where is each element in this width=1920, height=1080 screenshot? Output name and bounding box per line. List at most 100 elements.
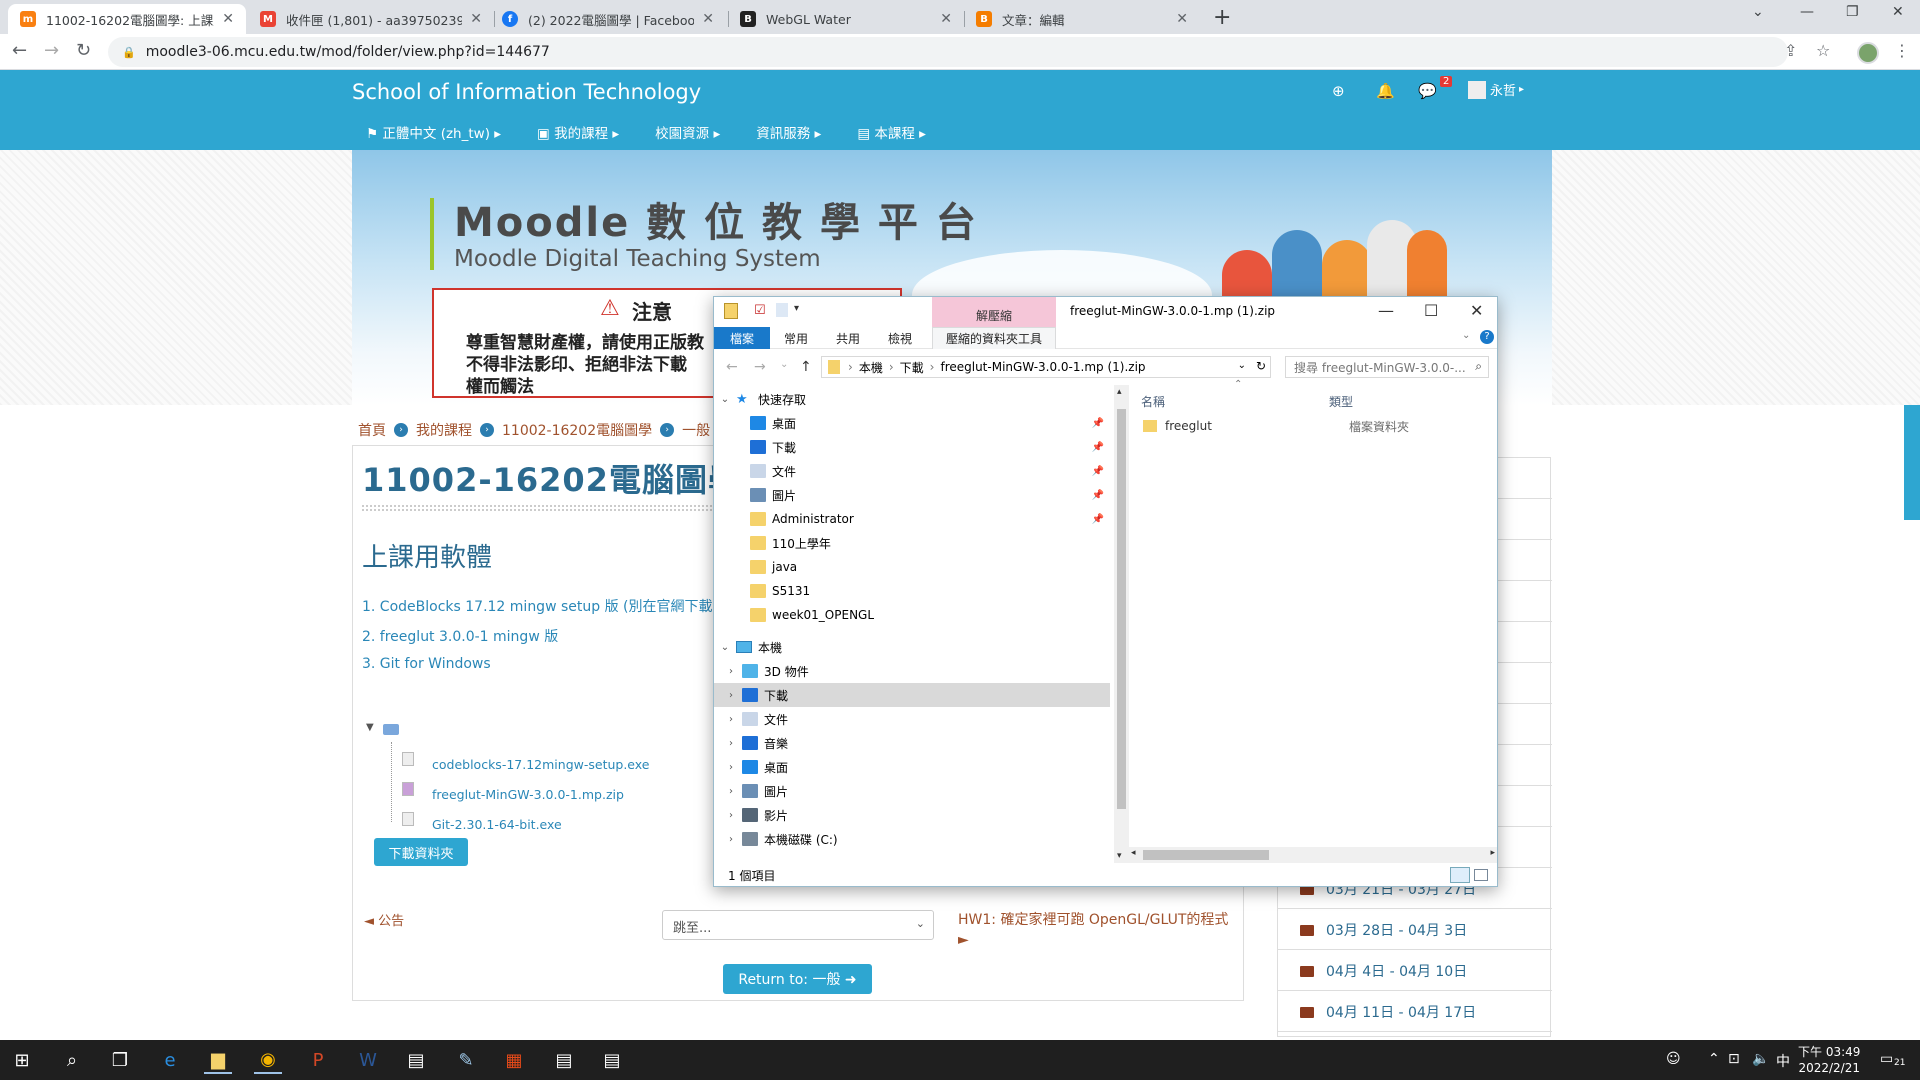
close-icon[interactable]: ✕ xyxy=(1176,11,1188,27)
expand-chevron-icon[interactable]: › xyxy=(724,690,738,701)
app-window-icon[interactable]: ▤ xyxy=(550,1046,578,1074)
nav-item[interactable]: › 文件 xyxy=(714,707,1110,731)
close-icon[interactable]: ✕ xyxy=(222,11,234,27)
powerpoint-icon[interactable]: P xyxy=(304,1046,332,1074)
address-bar[interactable]: 🔒 moodle3-06.mcu.edu.tw/mod/folder/view.… xyxy=(108,37,1788,67)
network-icon[interactable]: ⊡ xyxy=(1728,1051,1740,1067)
nav-quick-access[interactable]: ⌄ ★ 快速存取 xyxy=(714,387,1110,411)
nav-item[interactable]: › 影片 xyxy=(714,803,1110,827)
back-icon[interactable]: ← xyxy=(12,40,27,61)
up-arrow-icon[interactable]: ↑ xyxy=(800,359,812,375)
properties-icon[interactable]: ☑ xyxy=(754,303,766,318)
close-icon[interactable]: ✕ xyxy=(470,11,482,27)
chrome-icon[interactable]: ◉ xyxy=(254,1046,282,1074)
quick-access-dropdown-icon[interactable]: ▾ xyxy=(794,303,799,314)
task-view-icon[interactable]: ❐ xyxy=(106,1046,134,1074)
chevron-down-icon[interactable]: ⌄ xyxy=(1238,360,1246,371)
explorer-address-bar[interactable]: › 本機 › 下載 › freeglut-MinGW-3.0.0-1.mp (1… xyxy=(821,356,1271,378)
prev-activity-link[interactable]: ◄ 公告 xyxy=(364,910,404,929)
bookmark-star-icon[interactable]: ☆ xyxy=(1816,41,1830,60)
path-segment[interactable]: 下載 xyxy=(900,359,924,376)
minimize-button[interactable]: — xyxy=(1378,301,1394,320)
nav-item[interactable]: › 圖片 xyxy=(714,779,1110,803)
chevron-down-icon[interactable]: ⌄ xyxy=(1462,330,1470,341)
expand-chevron-icon[interactable]: › xyxy=(724,666,738,677)
extract-context-tab[interactable]: 解壓縮 xyxy=(932,297,1056,327)
expand-chevron-icon[interactable]: › xyxy=(724,762,738,773)
ime-indicator[interactable]: 中 xyxy=(1776,1051,1790,1071)
breadcrumb-home[interactable]: 首頁 xyxy=(358,420,386,440)
tab-moodle[interactable]: m 11002-16202電腦圖學: 上課用軟體 ✕ xyxy=(8,4,246,34)
tab-gmail[interactable]: M 收件匣 (1,801) - aa3975023912@gmail.com ✕ xyxy=(248,4,494,34)
close-icon[interactable]: ✕ xyxy=(940,11,952,27)
file-link[interactable]: codeblocks-17.12mingw-setup.exe xyxy=(432,757,649,772)
menu-language[interactable]: ⚑ 正體中文 (zh_tw) ▸ xyxy=(366,122,501,142)
forward-icon[interactable]: → xyxy=(44,40,59,61)
jump-to-select[interactable]: 跳至... ⌄ xyxy=(662,910,934,940)
tab-search-icon[interactable]: ⌄ xyxy=(1752,4,1764,20)
content-hscrollbar[interactable]: ◂ ▸ xyxy=(1129,847,1497,863)
maximize-button[interactable]: ☐ xyxy=(1424,301,1438,320)
ie-icon[interactable]: e xyxy=(156,1046,184,1074)
software-item[interactable]: 3. Git for Windows xyxy=(362,656,491,672)
next-activity-link[interactable]: HW1: 確定家裡可跑 OpenGL/GLUT的程式 ► xyxy=(958,910,1236,950)
file-explorer-icon[interactable]: ▆ xyxy=(204,1046,232,1074)
user-menu[interactable]: 永哲 ▸ xyxy=(1468,80,1524,99)
notification-icon[interactable]: ▭ xyxy=(1880,1051,1893,1067)
column-header-type[interactable]: 類型 xyxy=(1329,393,1353,410)
pin-icon[interactable]: 📌 xyxy=(1092,514,1104,525)
new-folder-icon[interactable] xyxy=(776,303,788,317)
return-button[interactable]: Return to: 一般 ➜ xyxy=(723,964,872,994)
nav-item[interactable]: 桌面 📌 xyxy=(714,411,1110,435)
path-segment[interactable]: 本機 xyxy=(859,359,883,376)
expand-chevron-icon[interactable]: › xyxy=(724,810,738,821)
nav-item[interactable]: › 3D 物件 xyxy=(714,659,1110,683)
column-header-name[interactable]: 名稱 xyxy=(1141,393,1165,410)
accessibility-icon[interactable]: ⊕ xyxy=(1332,82,1345,100)
nav-scrollbar[interactable]: ▴ ▾ xyxy=(1114,385,1129,863)
file-link[interactable]: Git-2.30.1-64-bit.exe xyxy=(432,817,562,832)
paint-icon[interactable]: ✎ xyxy=(452,1046,480,1074)
nav-item[interactable]: S5131 xyxy=(714,579,1110,603)
nav-this-pc[interactable]: ⌄ 本機 xyxy=(714,635,1110,659)
search-icon[interactable]: ⌕ xyxy=(58,1046,86,1074)
forward-arrow-icon[interactable]: → xyxy=(754,359,766,375)
app-grid-icon[interactable]: ▦ xyxy=(500,1046,528,1074)
week-link[interactable]: 04月 4日 - 04月 10日 xyxy=(1300,961,1467,981)
ribbon-tab-view[interactable]: 檢視 xyxy=(888,330,912,347)
nav-item[interactable]: 文件 📌 xyxy=(714,459,1110,483)
menu-my-courses[interactable]: ▣ 我的課程 ▸ xyxy=(537,122,619,142)
week-link[interactable]: 03月 28日 - 04月 3日 xyxy=(1300,920,1467,940)
tab-facebook[interactable]: f (2) 2022電腦圖學 | Facebook ✕ xyxy=(490,4,726,34)
pin-icon[interactable]: 📌 xyxy=(1092,466,1104,477)
file-link[interactable]: freeglut-MinGW-3.0.0-1.mp.zip xyxy=(432,787,624,802)
nav-item[interactable]: › 下載 xyxy=(714,683,1110,707)
clock[interactable]: 下午 03:49 2022/2/21 xyxy=(1798,1044,1860,1076)
word-icon[interactable]: W xyxy=(354,1046,382,1074)
large-icons-view-icon[interactable] xyxy=(1474,869,1488,881)
refresh-icon[interactable]: ↻ xyxy=(1256,359,1266,373)
breadcrumb-course[interactable]: 11002-16202電腦圖學 xyxy=(502,420,652,440)
volume-icon[interactable]: 🔈 xyxy=(1752,1051,1769,1067)
expand-chevron-icon[interactable]: › xyxy=(724,714,738,725)
share-icon[interactable]: ⇪ xyxy=(1784,41,1797,60)
profile-avatar[interactable] xyxy=(1857,42,1879,64)
ribbon-tab-share[interactable]: 共用 xyxy=(836,330,860,347)
close-icon[interactable]: ✕ xyxy=(702,11,714,27)
ribbon-tab-compressed-tools[interactable]: 壓縮的資料夾工具 xyxy=(932,327,1056,349)
details-view-icon[interactable] xyxy=(1450,867,1470,883)
collapse-triangle-icon[interactable]: ▼ xyxy=(366,722,374,733)
restore-button[interactable]: ❐ xyxy=(1846,4,1859,20)
app-window-icon[interactable]: ▤ xyxy=(598,1046,626,1074)
week-link[interactable]: 04月 11日 - 04月 17日 xyxy=(1300,1002,1476,1022)
close-window-button[interactable]: ✕ xyxy=(1892,4,1904,20)
ribbon-tab-home[interactable]: 常用 xyxy=(784,330,808,347)
minimize-button[interactable]: — xyxy=(1800,4,1814,20)
pin-icon[interactable]: 📌 xyxy=(1092,418,1104,429)
file-row[interactable]: freeglut 檔案資料夾 xyxy=(1143,415,1483,437)
nav-item[interactable]: java xyxy=(714,555,1110,579)
menu-campus[interactable]: 校園資源 ▸ xyxy=(655,122,720,142)
expand-chevron-icon[interactable]: › xyxy=(724,738,738,749)
expand-chevron-icon[interactable]: › xyxy=(724,786,738,797)
menu-info-services[interactable]: 資訊服務 ▸ xyxy=(756,122,821,142)
